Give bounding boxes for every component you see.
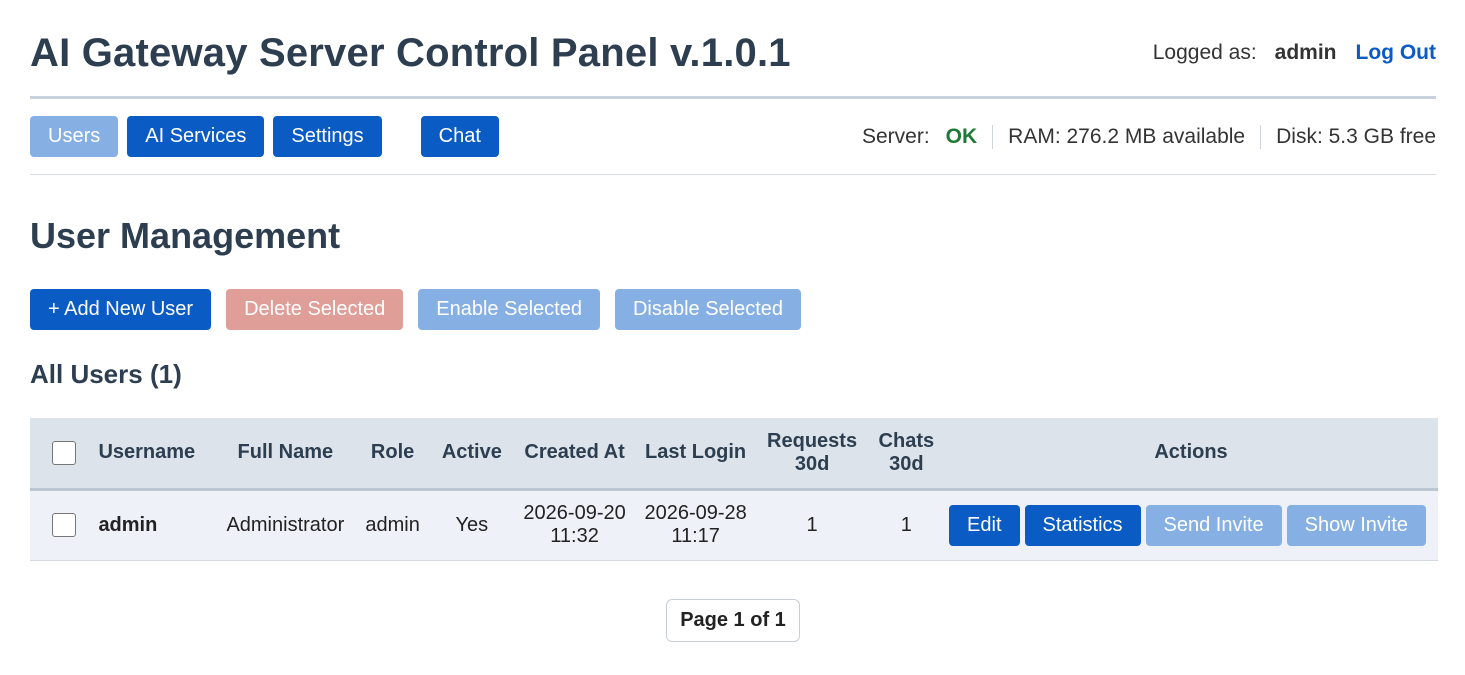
login-time: 11:17 [671,525,720,547]
column-header-username[interactable]: Username [98,418,216,491]
control-panel-page: AI Gateway Server Control Panel v.1.0.1 … [0,0,1465,675]
nav-users-button[interactable]: Users [30,116,119,157]
server-label: Server: [861,124,930,148]
nav-row: Users AI Services Settings Chat Server: … [30,99,1436,175]
bulk-actions: + Add New User Delete Selected Enable Se… [30,289,1436,330]
login-date: 2026-09-28 [644,502,747,524]
requests-header-line1: Requests [767,429,858,452]
cell-created-at: 2026-09-20 11:32 [513,489,636,561]
column-header-requests[interactable]: Requests 30d [755,418,869,491]
column-header-role[interactable]: Role [354,418,431,491]
add-user-button[interactable]: + Add New User [30,289,212,330]
status-divider [1260,124,1262,149]
current-username: admin [1274,41,1337,64]
row-select-checkbox[interactable] [52,513,77,537]
cell-active: Yes [430,489,514,561]
column-header-actions: Actions [944,418,1438,491]
cell-chats: 1 [868,489,945,561]
disable-selected-button[interactable]: Disable Selected [614,289,802,330]
server-status: Server: OK RAM: 276.2 MB available Disk:… [861,124,1436,149]
cell-role: admin [354,489,431,561]
chats-header-line2: 30d [889,452,924,475]
pagination-indicator: Page 1 of 1 [666,599,800,642]
logout-link[interactable]: Log Out [1356,41,1436,65]
select-all-cell [30,418,99,491]
column-header-full-name[interactable]: Full Name [215,418,355,491]
column-header-active[interactable]: Active [430,418,514,491]
status-divider [992,124,994,149]
statistics-button[interactable]: Statistics [1024,504,1141,546]
send-invite-button[interactable]: Send Invite [1145,504,1282,546]
user-area: Logged as: admin Log Out [1153,41,1436,65]
column-header-last-login[interactable]: Last Login [635,418,756,491]
column-header-created-at[interactable]: Created At [513,418,636,491]
cell-actions: Edit Statistics Send Invite Show Invite [944,489,1438,561]
cell-username: admin [98,489,216,561]
table-row: admin Administrator admin Yes 2026-09-20… [30,489,1438,561]
nav-ai-services-button[interactable]: AI Services [127,116,265,157]
enable-selected-button[interactable]: Enable Selected [418,289,600,330]
cell-full-name: Administrator [215,489,355,561]
row-actions: Edit Statistics Send Invite Show Invite [944,504,1438,546]
chats-header-line1: Chats [878,429,935,452]
select-all-checkbox[interactable] [52,440,77,465]
row-select-cell [30,489,99,561]
column-header-chats[interactable]: Chats 30d [868,418,945,491]
created-date: 2026-09-20 [523,502,626,524]
edit-user-button[interactable]: Edit [949,504,1020,546]
cell-last-login: 2026-09-28 11:17 [635,489,756,561]
requests-header-line2: 30d [794,452,830,475]
delete-selected-button[interactable]: Delete Selected [226,289,404,330]
nav-settings-button[interactable]: Settings [273,116,382,157]
app-title: AI Gateway Server Control Panel v.1.0.1 [30,30,791,75]
users-table: Username Full Name Role Active Created A… [30,418,1438,561]
users-list-title: All Users (1) [30,359,182,389]
nav-chat-button[interactable]: Chat [420,116,499,157]
logged-as-label: Logged as: [1152,41,1257,64]
disk-status: Disk: 5.3 GB free [1276,124,1436,148]
show-invite-button[interactable]: Show Invite [1286,504,1426,546]
server-status-value: OK [945,124,978,148]
created-time: 11:32 [550,525,599,547]
table-header-row: Username Full Name Role Active Created A… [30,418,1438,491]
ram-status: RAM: 276.2 MB available [1008,124,1246,148]
page-title: User Management [30,215,341,256]
main-nav: Users AI Services Settings Chat [30,116,508,157]
header: AI Gateway Server Control Panel v.1.0.1 … [30,0,1436,99]
cell-requests: 1 [755,489,869,561]
